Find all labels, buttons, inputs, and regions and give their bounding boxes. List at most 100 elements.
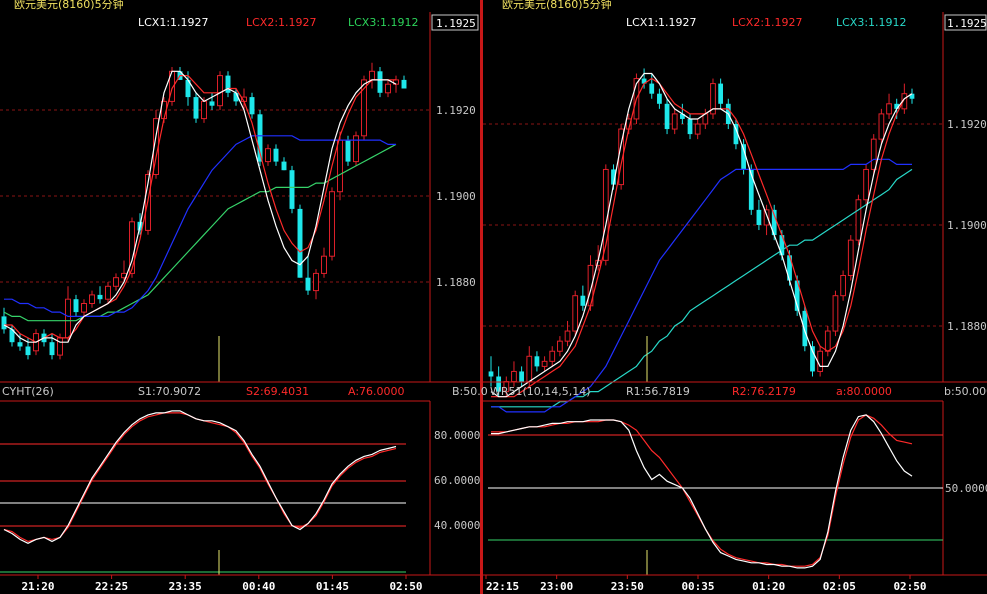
candle-body-down [718,83,724,104]
left-osc-b: B:50.0 [452,385,488,398]
left-lcx2-value: LCX2:1.1927 [246,16,317,29]
left-ytick-3: 1.1880 [436,276,476,289]
candle-body-down [580,295,586,306]
candle-body-down [1,316,7,330]
candle-body-up [57,337,63,356]
candle-body-up [847,239,854,276]
right-oscillator [488,414,943,569]
left-osc-tick-80: 80.0000 [434,429,480,442]
candle-body-up [337,139,343,193]
candle-body-down [802,310,808,347]
candle-body-down [209,101,215,106]
left-osc-s1: S1:70.9072 [138,385,201,398]
candle-body-up [81,303,87,313]
osc-s1-line [3,410,397,544]
right-osc-r1: R1:56.7819 [626,385,690,398]
right-osc-a: a:80.0000 [836,385,892,398]
candle-body-up [832,295,839,332]
candle-body-up [541,360,548,367]
candle-body-up [385,83,391,94]
right-candles [488,68,915,397]
candle-body-up [564,330,571,342]
right-price-box-value: 1.1925 [947,17,987,30]
candle-body-up [886,103,892,115]
right-osc-tick-50: 50.0000 [945,482,987,495]
candle-body-down [519,371,524,382]
lcx2-line [4,75,396,343]
time-tick-label: 22:25 [95,580,128,593]
candle-body-up [65,298,71,339]
time-tick-label: 02:50 [389,580,422,593]
lcx2-line [491,77,913,398]
osc-r1-line [491,414,913,569]
candle-body-up [526,355,533,383]
left-title: 欧元美元(8160)5分钟 [14,0,124,11]
right-panel: 欧元美元(8160)5分钟 LCX1:1.1927 LCX2:1.1927 LC… [483,0,987,593]
time-tick-label: 02:50 [893,580,926,593]
candle-body-down [756,209,762,225]
right-title: 欧元美元(8160)5分钟 [502,0,612,11]
candle-body-down [17,342,23,347]
time-tick-label: 02:05 [823,580,856,593]
candle-body-down [193,97,199,119]
right-time-ticks: 22:15 23:00 23:50 00:35 01:20 02:05 02:50 [485,575,927,593]
candle-body-down [377,71,383,93]
candle-body-up [321,255,327,274]
left-osc-name: CYHT(26) [2,385,54,398]
candle-body-up [265,148,271,163]
left-lcx3-value: LCX3:1.1912 [348,16,419,29]
panel-divider [480,0,483,594]
candle-body-down [225,75,231,93]
candle-body-up [313,272,319,292]
candle-body-up [572,295,579,332]
candle-body-down [664,103,670,130]
candle-body-up [863,168,869,201]
forex-chart-screen: 欧元美元(8160)5分钟 LCX1:1.1927 LCX2:1.1927 LC… [0,0,987,594]
candle-body-down [281,161,287,171]
candle-body-up [217,75,223,107]
left-osc-a: A:76.0000 [348,385,405,398]
lcx1-line [3,70,397,343]
candle-body-down [73,299,79,313]
right-lcx1-value: LCX1:1.1927 [626,16,697,29]
candle-body-down [657,93,662,104]
left-ytick-2: 1.1900 [436,190,476,203]
left-osc-s2: S2:69.4031 [246,385,309,398]
lcx3-line [491,158,912,413]
candle-body-up [878,113,885,140]
candle-body-up [694,123,701,135]
candle-body-up [855,199,862,241]
right-lcx2-value: LCX2:1.1927 [732,16,803,29]
candle-body-down [401,79,407,89]
right-ytick-2: 1.1900 [947,219,987,232]
right-ytick-1: 1.1920 [947,118,987,131]
candle-body-down [297,208,303,278]
candle-body-down [649,83,655,94]
left-lcx1-value: LCX1:1.1927 [138,16,209,29]
candle-body-down [25,346,31,356]
time-tick-label: 00:35 [681,580,714,593]
candle-body-down [249,97,255,115]
candle-body-down [49,342,55,356]
right-osc-name: WR51(10,14,5,14) [490,385,591,398]
candle-body-up [840,275,846,297]
right-osc-b: b:50.0000 [944,385,987,398]
candle-body-down [488,371,494,377]
left-osc-tick-40: 40.0000 [434,519,480,532]
candle-body-up [329,191,335,257]
candle-body-up [557,340,563,352]
candle-body-up [89,294,95,304]
time-tick-label: 21:20 [21,580,54,593]
left-ma-lines [3,70,397,343]
time-tick-label: 01:20 [752,580,785,593]
candle-body-up [870,138,877,170]
candle-body-down [289,170,295,209]
left-time-ticks: 21:20 22:25 23:35 00:40 01:45 02:50 [21,575,423,593]
left-ytick-1: 1.1920 [436,104,476,117]
candle-body-down [687,118,693,135]
left-panel: 欧元美元(8160)5分钟 LCX1:1.1927 LCX2:1.1927 LC… [0,0,488,593]
candle-body-up [511,370,517,383]
time-tick-label: 22:15 [486,580,519,593]
time-tick-label: 00:40 [242,580,275,593]
candle-body-down [345,140,351,162]
